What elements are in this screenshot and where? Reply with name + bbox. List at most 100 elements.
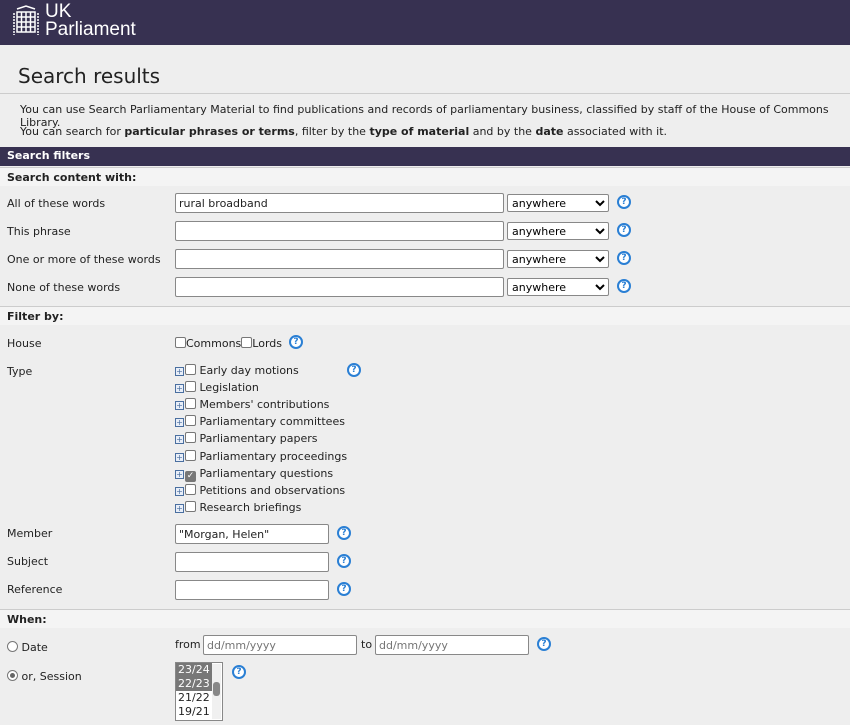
none-words-scope-select[interactable]: anywhere xyxy=(507,278,609,296)
expand-icon[interactable]: + xyxy=(175,418,184,428)
none-words-label: None of these words xyxy=(7,281,121,294)
type-item: + ✓ Parliamentary questions xyxy=(175,467,333,484)
logo-text[interactable]: UK Parliament xyxy=(45,2,136,40)
type-label-text: Early day motions xyxy=(199,364,299,377)
date-to-input[interactable] xyxy=(375,635,529,655)
t: date xyxy=(535,125,564,138)
type-item: + Early day motions xyxy=(175,364,299,381)
phrase-label: This phrase xyxy=(7,225,71,238)
expand-icon[interactable]: + xyxy=(175,486,184,496)
all-words-input[interactable] xyxy=(175,193,504,213)
expand-icon[interactable]: + xyxy=(175,401,184,411)
any-words-input[interactable] xyxy=(175,249,504,269)
help-icon[interactable]: ? xyxy=(537,637,551,651)
session-radio[interactable] xyxy=(7,670,18,681)
help-icon[interactable]: ? xyxy=(617,279,631,293)
help-icon[interactable]: ? xyxy=(289,335,303,349)
subject-input[interactable] xyxy=(175,552,329,572)
any-words-scope-select[interactable]: anywhere xyxy=(507,250,609,268)
help-icon[interactable]: ? xyxy=(617,251,631,265)
date-radio[interactable] xyxy=(7,641,18,652)
phrase-scope-select[interactable]: anywhere xyxy=(507,222,609,240)
reference-input[interactable] xyxy=(175,580,329,600)
date-from-input[interactable] xyxy=(203,635,357,655)
type-checkbox[interactable] xyxy=(185,500,196,512)
date-label: Date xyxy=(21,641,48,654)
commons-checkbox[interactable] xyxy=(175,337,186,348)
help-icon[interactable]: ? xyxy=(232,665,246,679)
session-option[interactable]: 23/24 xyxy=(176,663,212,677)
member-input[interactable] xyxy=(175,524,329,544)
expand-icon[interactable]: + xyxy=(175,469,184,479)
expand-icon[interactable]: + xyxy=(175,452,184,462)
scrollbar[interactable] xyxy=(212,664,221,719)
all-words-scope-select[interactable]: anywhere xyxy=(507,194,609,212)
member-label: Member xyxy=(7,527,53,540)
type-label-text: Petitions and observations xyxy=(199,483,346,497)
session-option[interactable]: 21/22 xyxy=(176,691,212,705)
lords-label: Lords xyxy=(252,337,282,350)
type-label-text: Members' contributions xyxy=(199,398,330,412)
t: particular phrases or terms xyxy=(124,125,295,138)
none-words-input[interactable] xyxy=(175,277,504,297)
type-label-text: Parliamentary papers xyxy=(199,432,318,446)
to-label: to xyxy=(361,638,373,651)
type-checkbox[interactable] xyxy=(185,381,196,393)
t: , filter by the xyxy=(294,125,370,138)
when-heading: When: xyxy=(0,609,850,628)
lords-checkbox[interactable] xyxy=(241,337,253,348)
type-checkbox[interactable] xyxy=(185,364,196,375)
type-label-text: Legislation xyxy=(199,381,259,395)
intro-text-2: You can search for particular phrases or… xyxy=(20,125,667,138)
subject-label: Subject xyxy=(7,555,49,568)
type-checkbox[interactable] xyxy=(185,398,196,410)
help-icon[interactable]: ? xyxy=(347,363,361,377)
search-filters-bar: Search filters xyxy=(0,147,850,166)
t: You can search for xyxy=(20,125,125,138)
t: and by the xyxy=(469,125,536,138)
expand-icon[interactable]: + xyxy=(175,435,184,445)
session-radio-group: or, Session xyxy=(7,670,82,683)
portcullis-logo-icon[interactable] xyxy=(12,5,40,37)
type-checkbox[interactable]: ✓ xyxy=(185,470,196,482)
type-item: + Parliamentary proceedings xyxy=(175,449,348,467)
type-item: + Legislation xyxy=(175,381,259,398)
session-listbox[interactable]: 23/24 22/23 21/22 19/21 xyxy=(175,662,223,721)
date-radio-group: Date xyxy=(7,641,48,654)
type-label: Type xyxy=(7,365,33,378)
help-icon[interactable]: ? xyxy=(337,554,351,568)
help-icon[interactable]: ? xyxy=(617,195,631,209)
expand-icon[interactable]: + xyxy=(175,367,184,376)
session-option[interactable]: 22/23 xyxy=(176,677,212,691)
divider xyxy=(0,93,850,94)
type-checkbox[interactable] xyxy=(185,483,196,495)
type-item: + Research briefings xyxy=(175,500,301,518)
expand-icon[interactable]: + xyxy=(175,503,184,513)
reference-label: Reference xyxy=(7,583,63,596)
house-label: House xyxy=(7,337,42,350)
type-label-text: Parliamentary proceedings xyxy=(199,449,348,463)
type-label-text: Parliamentary questions xyxy=(199,466,334,480)
help-icon[interactable]: ? xyxy=(337,526,351,540)
type-checkbox[interactable] xyxy=(185,449,196,461)
help-icon[interactable]: ? xyxy=(617,223,631,237)
scrollbar-thumb[interactable] xyxy=(213,682,220,696)
site-header: UK Parliament xyxy=(0,0,850,45)
t: type of material xyxy=(369,125,470,138)
session-option[interactable]: 19/21 xyxy=(176,705,212,719)
help-icon[interactable]: ? xyxy=(337,582,351,596)
from-label: from xyxy=(175,638,201,651)
expand-icon[interactable]: + xyxy=(175,384,184,394)
type-item: + Parliamentary papers xyxy=(175,432,318,449)
commons-label: Commons xyxy=(186,337,242,350)
type-item: + Petitions and observations xyxy=(175,483,346,501)
type-item: + Parliamentary committees xyxy=(175,415,345,432)
filter-by-heading: Filter by: xyxy=(0,306,850,325)
type-label-text: Parliamentary committees xyxy=(199,415,345,429)
t: associated with it. xyxy=(563,125,668,138)
type-item: + Members' contributions xyxy=(175,398,329,415)
logo-line-2: Parliament xyxy=(45,19,136,40)
phrase-input[interactable] xyxy=(175,221,504,241)
type-checkbox[interactable] xyxy=(185,415,196,427)
type-checkbox[interactable] xyxy=(185,432,196,444)
